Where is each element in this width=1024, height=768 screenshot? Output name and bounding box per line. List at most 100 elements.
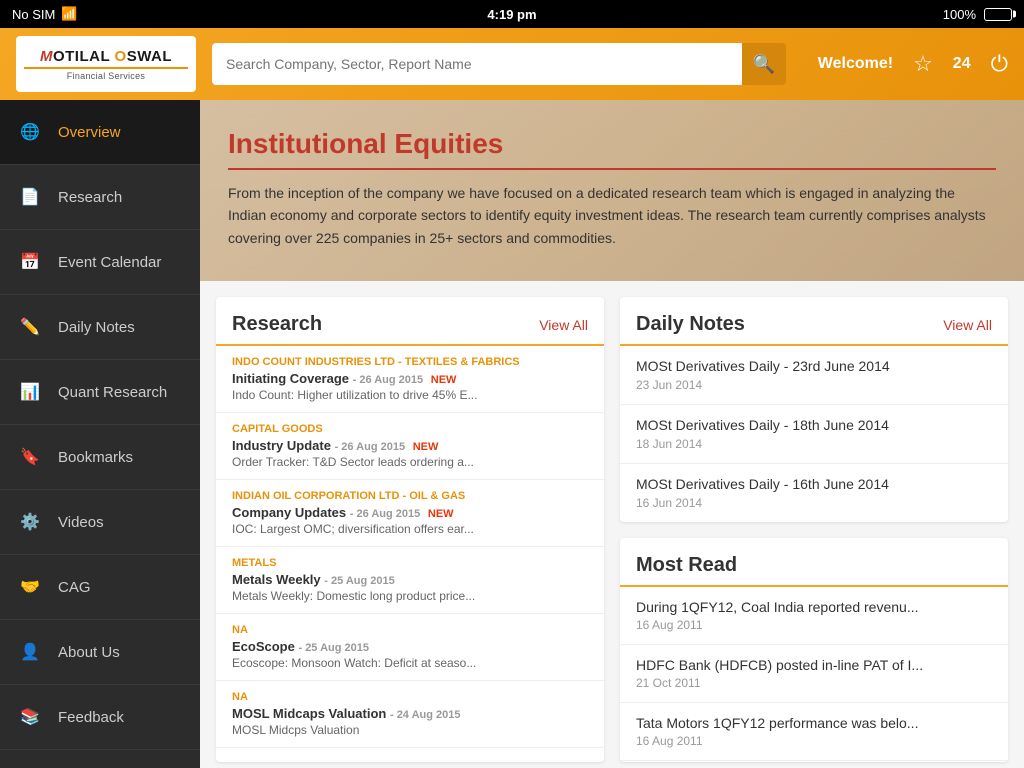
notification-badge[interactable]: 24: [953, 55, 971, 73]
daily-note-date: 18 Jun 2014: [636, 437, 992, 451]
daily-note-item[interactable]: MOSt Derivatives Daily - 23rd June 2014 …: [620, 346, 1008, 405]
daily-notes-view-all[interactable]: View All: [943, 317, 992, 333]
research-item-desc: IOC: Largest OMC; diversification offers…: [232, 522, 588, 536]
research-item-title: EcoScope - 25 Aug 2015: [232, 639, 588, 654]
search-input[interactable]: [212, 43, 742, 85]
research-list-item[interactable]: INDO COUNT INDUSTRIES LTD - TEXTILES & F…: [216, 346, 604, 413]
research-category: INDO COUNT INDUSTRIES LTD - TEXTILES & F…: [232, 356, 588, 368]
most-read-item[interactable]: During 1QFY12, Coal India reported reven…: [620, 587, 1008, 645]
book-icon: 📚: [16, 703, 44, 731]
search-container: 🔍: [212, 43, 786, 85]
sidebar-item-videos[interactable]: ⚙️ Videos: [0, 490, 200, 555]
battery-icon: [984, 8, 1012, 21]
sidebar-label-daily-notes: Daily Notes: [58, 319, 135, 336]
research-category: NA: [232, 624, 588, 636]
sidebar-label-quant-research: Quant Research: [58, 384, 167, 401]
most-read-item[interactable]: HDFC Bank (HDFCB) posted in-line PAT of …: [620, 645, 1008, 703]
daily-notes-card: Daily Notes View All MOSt Derivatives Da…: [620, 297, 1008, 522]
research-item-title: MOSL Midcaps Valuation - 24 Aug 2015: [232, 706, 588, 721]
gear-icon: ⚙️: [16, 508, 44, 536]
research-item-desc: Metals Weekly: Domestic long product pri…: [232, 589, 588, 603]
research-item-desc: Order Tracker: T&D Sector leads ordering…: [232, 455, 588, 469]
research-list-item[interactable]: NA MOSL Midcaps Valuation - 24 Aug 2015 …: [216, 681, 604, 748]
sidebar-item-about-us[interactable]: 👤 About Us: [0, 620, 200, 685]
cards-section: Research View All INDO COUNT INDUSTRIES …: [200, 281, 1024, 768]
page-title: Institutional Equities: [228, 128, 996, 170]
sidebar-label-about-us: About Us: [58, 644, 120, 661]
battery-percent: 100%: [943, 7, 976, 22]
hero-section: Institutional Equities From the inceptio…: [200, 100, 1024, 281]
bookmark-icon: 🔖: [16, 443, 44, 471]
sidebar-item-overview[interactable]: 🌐 Overview: [0, 100, 200, 165]
document-icon: 📄: [16, 183, 44, 211]
research-item-title: Industry Update - 26 Aug 2015 NEW: [232, 438, 588, 453]
research-list-item[interactable]: NA EcoScope - 25 Aug 2015 Ecoscope: Mons…: [216, 614, 604, 681]
research-card: Research View All INDO COUNT INDUSTRIES …: [216, 297, 604, 762]
most-read-card-title: Most Read: [636, 554, 737, 577]
research-item-title: Metals Weekly - 25 Aug 2015: [232, 572, 588, 587]
handshake-icon: 🤝: [16, 573, 44, 601]
most-read-date: 21 Oct 2011: [636, 676, 992, 690]
research-item-title: Initiating Coverage - 26 Aug 2015 NEW: [232, 371, 588, 386]
sidebar-item-research[interactable]: 📄 Research: [0, 165, 200, 230]
sidebar-item-feedback[interactable]: 📚 Feedback: [0, 685, 200, 750]
research-items-list: INDO COUNT INDUSTRIES LTD - TEXTILES & F…: [216, 346, 604, 748]
most-read-title: HDFC Bank (HDFCB) posted in-line PAT of …: [636, 657, 992, 673]
daily-note-title: MOSt Derivatives Daily - 16th June 2014: [636, 476, 992, 492]
daily-note-item[interactable]: MOSt Derivatives Daily - 18th June 2014 …: [620, 405, 1008, 464]
power-button[interactable]: ⏻: [991, 51, 1008, 77]
research-category: METALS: [232, 557, 588, 569]
person-icon: 👤: [16, 638, 44, 666]
sidebar-item-daily-notes[interactable]: ✏️ Daily Notes: [0, 295, 200, 360]
daily-note-item[interactable]: MOSt Derivatives Daily - 16th June 2014 …: [620, 464, 1008, 522]
logo-tagline: Financial Services: [67, 71, 145, 81]
daily-notes-card-header: Daily Notes View All: [620, 297, 1008, 346]
sidebar-item-event-calendar[interactable]: 📅 Event Calendar: [0, 230, 200, 295]
hero-description: From the inception of the company we hav…: [228, 182, 996, 249]
wifi-icon: 📶: [61, 6, 77, 22]
logo: MOTILAL OSWAL Financial Services: [16, 36, 196, 92]
daily-note-title: MOSt Derivatives Daily - 18th June 2014: [636, 417, 992, 433]
daily-note-date: 23 Jun 2014: [636, 378, 992, 392]
sidebar-label-research: Research: [58, 189, 122, 206]
status-bar: No SIM 📶 4:19 pm 100%: [0, 0, 1024, 28]
favorites-button[interactable]: ☆: [913, 51, 933, 77]
globe-icon: 🌐: [16, 118, 44, 146]
sidebar-item-quant-research[interactable]: 📊 Quant Research: [0, 360, 200, 425]
most-read-item[interactable]: Tata Motors 1QFY12 performance was belo.…: [620, 703, 1008, 761]
research-item-title: Company Updates - 26 Aug 2015 NEW: [232, 505, 588, 520]
carrier-text: No SIM: [12, 7, 55, 22]
new-badge: NEW: [428, 508, 454, 520]
most-read-card-header: Most Read: [620, 538, 1008, 587]
research-card-header: Research View All: [216, 297, 604, 346]
new-badge: NEW: [413, 441, 439, 453]
daily-notes-list: MOSt Derivatives Daily - 23rd June 2014 …: [620, 346, 1008, 522]
research-category: CAPITAL GOODS: [232, 423, 588, 435]
sidebar-item-bookmarks[interactable]: 🔖 Bookmarks: [0, 425, 200, 490]
most-read-date: 16 Aug 2011: [636, 618, 992, 632]
research-view-all[interactable]: View All: [539, 317, 588, 333]
chart-icon: 📊: [16, 378, 44, 406]
research-list-item[interactable]: METALS Metals Weekly - 25 Aug 2015 Metal…: [216, 547, 604, 614]
research-list-item[interactable]: INDIAN OIL CORPORATION LTD - OIL & GAS C…: [216, 480, 604, 547]
most-read-card: Most Read During 1QFY12, Coal India repo…: [620, 538, 1008, 763]
sidebar-label-overview: Overview: [58, 124, 121, 141]
research-card-title: Research: [232, 313, 322, 336]
sidebar-item-cag[interactable]: 🤝 CAG: [0, 555, 200, 620]
research-category: INDIAN OIL CORPORATION LTD - OIL & GAS: [232, 490, 588, 502]
most-read-title: During 1QFY12, Coal India reported reven…: [636, 599, 992, 615]
sidebar-label-event-calendar: Event Calendar: [58, 254, 161, 271]
content-area: Institutional Equities From the inceptio…: [200, 100, 1024, 768]
sidebar: 🌐 Overview 📄 Research 📅 Event Calendar ✏…: [0, 100, 200, 768]
right-column: Daily Notes View All MOSt Derivatives Da…: [620, 297, 1008, 762]
header-actions: Welcome! ☆ 24 ⏻: [818, 51, 1008, 77]
research-category: NA: [232, 691, 588, 703]
daily-note-date: 16 Jun 2014: [636, 496, 992, 510]
top-header: MOTILAL OSWAL Financial Services 🔍 Welco…: [0, 28, 1024, 100]
search-button[interactable]: 🔍: [742, 43, 786, 85]
new-badge: NEW: [431, 374, 457, 386]
research-list-item[interactable]: CAPITAL GOODS Industry Update - 26 Aug 2…: [216, 413, 604, 480]
most-read-list: During 1QFY12, Coal India reported reven…: [620, 587, 1008, 761]
pencil-icon: ✏️: [16, 313, 44, 341]
daily-note-title: MOSt Derivatives Daily - 23rd June 2014: [636, 358, 992, 374]
